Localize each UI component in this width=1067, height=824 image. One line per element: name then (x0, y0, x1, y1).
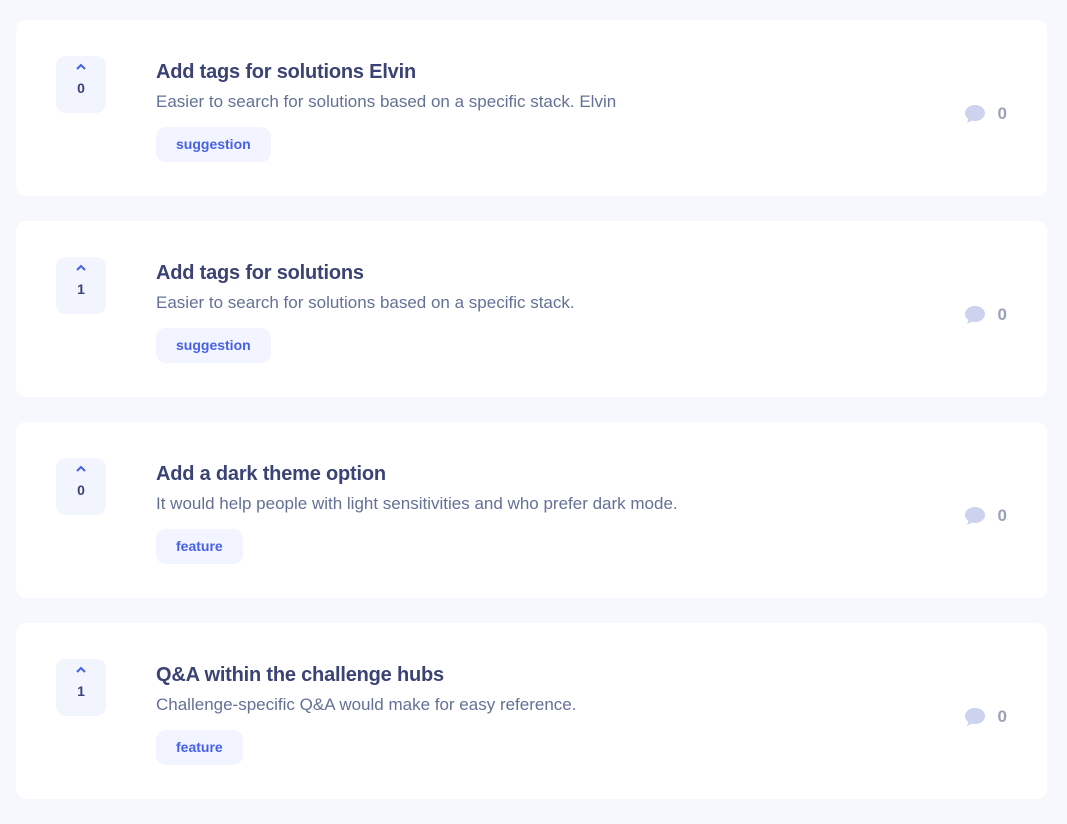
upvote-button[interactable]: 1 (56, 257, 106, 314)
chevron-up-icon (76, 264, 86, 271)
comment-count-value: 0 (997, 305, 1007, 324)
feedback-list: 0 Add tags for solutions Elvin Easier to… (16, 20, 1047, 824)
feedback-description: Easier to search for solutions based on … (156, 293, 575, 312)
comments-count[interactable]: 0 (964, 305, 1007, 325)
feedback-description: Easier to search for solutions based on … (156, 92, 617, 111)
feedback-title[interactable]: Add a dark theme option (156, 460, 916, 488)
speech-bubble-icon (964, 105, 985, 123)
comment-count-value: 0 (997, 707, 1007, 726)
speech-bubble-icon (964, 306, 985, 324)
category-tag[interactable]: feature (156, 529, 243, 564)
feedback-card[interactable]: 1 Q&A within the challenge hubs Challeng… (16, 623, 1047, 799)
chevron-up-icon (76, 465, 86, 472)
speech-bubble-icon (964, 507, 985, 525)
feedback-card[interactable]: 0 Add a dark theme option It would help … (16, 422, 1047, 598)
upvote-button[interactable]: 0 (56, 458, 106, 515)
feedback-card[interactable]: 0 Add tags for solutions Elvin Easier to… (16, 20, 1047, 196)
feedback-title[interactable]: Add tags for solutions Elvin (156, 58, 916, 86)
upvote-count: 1 (77, 281, 85, 297)
feedback-title[interactable]: Add tags for solutions (156, 259, 916, 287)
speech-bubble-icon (964, 708, 985, 726)
comments-count[interactable]: 0 (964, 506, 1007, 526)
chevron-up-icon (76, 63, 86, 70)
upvote-button[interactable]: 0 (56, 56, 106, 113)
comment-count-value: 0 (997, 506, 1007, 525)
feedback-title[interactable]: Q&A within the challenge hubs (156, 661, 916, 689)
category-tag[interactable]: feature (156, 730, 243, 765)
category-tag[interactable]: suggestion (156, 127, 271, 162)
upvote-count: 0 (77, 80, 85, 96)
feedback-content: Q&A within the challenge hubs Challenge-… (156, 661, 916, 765)
feedback-description: Challenge-specific Q&A would make for ea… (156, 695, 577, 714)
feedback-card[interactable]: 1 Add tags for solutions Easier to searc… (16, 221, 1047, 397)
comments-count[interactable]: 0 (964, 104, 1007, 124)
feedback-content: Add tags for solutions Elvin Easier to s… (156, 58, 916, 162)
category-tag[interactable]: suggestion (156, 328, 271, 363)
upvote-count: 0 (77, 482, 85, 498)
comment-count-value: 0 (997, 104, 1007, 123)
chevron-up-icon (76, 666, 86, 673)
upvote-count: 1 (77, 683, 85, 699)
feedback-content: Add a dark theme option It would help pe… (156, 460, 916, 564)
comments-count[interactable]: 0 (964, 707, 1007, 727)
feedback-description: It would help people with light sensitiv… (156, 494, 678, 513)
upvote-button[interactable]: 1 (56, 659, 106, 716)
feedback-content: Add tags for solutions Easier to search … (156, 259, 916, 363)
